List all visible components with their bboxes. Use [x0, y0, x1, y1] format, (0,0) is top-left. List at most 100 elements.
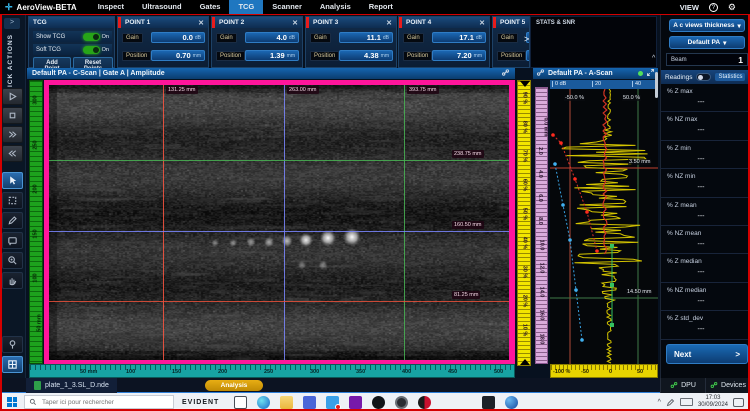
pen-tray-icon[interactable] — [666, 398, 675, 407]
reading-value: --- — [661, 156, 741, 163]
rail-expand-button[interactable]: > — [4, 18, 20, 29]
devices-label: Devices — [721, 382, 746, 389]
ascan-plot[interactable]: -50.0 %50.0 %3.50 mm14.50 mm — [550, 89, 658, 364]
right-panel-scrollbar[interactable] — [655, 72, 658, 98]
ruler-tick-label: 0.0 mm — [542, 118, 548, 137]
soft-tcg-toggle[interactable] — [83, 46, 100, 54]
dpu-button[interactable]: DPU — [660, 378, 705, 393]
start-button[interactable] — [0, 393, 24, 411]
show-tcg-toggle[interactable] — [83, 33, 100, 41]
expand-icon[interactable] — [646, 68, 655, 79]
reading-item: % NZ mean--- — [661, 226, 750, 254]
devices-button[interactable]: Devices — [705, 378, 750, 393]
notifications-icon[interactable] — [733, 398, 744, 407]
points-scroll-right[interactable]: > — [524, 34, 529, 44]
position-value-field[interactable]: 0.70mm — [151, 50, 205, 61]
opera-icon[interactable] — [418, 396, 431, 409]
pencil-tool[interactable] — [2, 212, 23, 229]
link-icon[interactable] — [536, 68, 545, 79]
photos-app-icon[interactable] — [482, 396, 495, 409]
file-tab[interactable]: plate_1_3.SL_D.nde — [26, 378, 117, 393]
close-icon[interactable]: ✕ — [198, 19, 204, 27]
pointer-tool[interactable] — [2, 172, 23, 189]
reading-item: % Z min--- — [661, 141, 750, 169]
view-menu[interactable]: VIEW — [680, 3, 699, 12]
top-gate-label: 3.50 mm — [628, 159, 651, 165]
stop-button[interactable] — [2, 107, 23, 124]
close-icon[interactable]: ✕ — [386, 19, 392, 27]
menu-item-ultrasound[interactable]: Ultrasound — [133, 0, 191, 14]
view-mode-dropdown[interactable]: A c views thickness ▾ — [669, 19, 745, 32]
next-button[interactable]: Next > — [666, 344, 748, 364]
position-value-field[interactable]: 4.38mm — [339, 50, 393, 61]
mail-icon[interactable] — [326, 396, 339, 409]
probe-dropdown[interactable]: Default PA ▾ — [669, 36, 745, 49]
ascan-depth-ruler: 0.0 mm2.04.06.08.010.012.014.016.018.0 — [535, 87, 548, 364]
palette-bottom-marker[interactable] — [520, 359, 530, 365]
gain-value-field[interactable]: 0.0dB — [151, 32, 205, 43]
position-value-field[interactable]: 7.20mm — [432, 50, 486, 61]
gear-icon[interactable]: ⚙ — [728, 2, 736, 13]
ruler-tick-label: 450 — [448, 369, 457, 375]
soft-tcg-state: On — [102, 47, 109, 53]
collapse-chevron-up-icon[interactable]: ^ — [652, 55, 655, 62]
tray-chevron-up-icon[interactable]: ^ — [658, 399, 661, 406]
file-name: plate_1_3.SL_D.nde — [45, 382, 109, 389]
readings-statistics-toggle[interactable] — [696, 73, 711, 81]
ruler-tick-label: 300 — [33, 95, 39, 104]
soft-tcg-label: Soft TCG — [36, 47, 61, 53]
gain-value-field[interactable]: 11.1dB — [339, 32, 393, 43]
reading-item: % Z mean--- — [661, 198, 750, 226]
ruler-tick-label: 350 — [356, 369, 365, 375]
menu-item-scanner[interactable]: Scanner — [263, 0, 311, 14]
selection-tool[interactable] — [2, 192, 23, 209]
menu-item-analysis[interactable]: Analysis — [311, 0, 360, 14]
camera-app-icon[interactable] — [395, 396, 408, 409]
cscan-image[interactable] — [49, 85, 509, 360]
position-value: 7.20 — [457, 51, 472, 60]
play-button[interactable] — [2, 88, 23, 105]
rewind-button[interactable] — [2, 145, 23, 162]
fast-forward-button[interactable] — [2, 126, 23, 143]
menu-item-report[interactable]: Report — [360, 0, 402, 14]
aeroview-app-icon[interactable] — [505, 396, 518, 409]
ruler-tick-label: 50 — [637, 369, 643, 375]
edge-browser-icon[interactable] — [257, 396, 270, 409]
palette-top-marker[interactable] — [520, 81, 530, 87]
gain-value-field[interactable]: 4.0dB — [245, 32, 299, 43]
help-icon[interactable]: ? — [709, 3, 718, 12]
annotation-tool[interactable] — [2, 232, 23, 249]
position-value-field[interactable]: 1.39mm — [245, 50, 299, 61]
beam-field[interactable]: Beam 1 — [666, 53, 748, 66]
task-view-icon[interactable] — [234, 396, 247, 409]
point-title: POINT 4 — [406, 19, 431, 26]
search-input[interactable] — [40, 398, 160, 407]
teams-icon[interactable] — [303, 396, 316, 409]
tcg-panel-title: TCG — [33, 19, 47, 26]
close-icon[interactable]: ✕ — [479, 19, 485, 27]
link-icon[interactable] — [501, 68, 510, 79]
clock[interactable]: 17:03 30/09/2024 — [698, 395, 728, 409]
connection-statusbar: DPU Devices — [660, 378, 750, 393]
file-explorer-icon[interactable] — [280, 396, 293, 409]
pan-tool[interactable] — [2, 272, 23, 289]
zoom-tool[interactable] — [2, 252, 23, 269]
ruler-tick-label: 50 mm — [80, 369, 97, 375]
gain-value-field[interactable]: 17.1dB — [432, 32, 486, 43]
keyboard-icon[interactable] — [680, 398, 693, 406]
spotify-icon[interactable] — [372, 396, 385, 409]
analysis-mode-badge: Analysis — [205, 380, 263, 391]
windows-taskbar: EVIDENT ^ 17:03 30/09/2024 — [0, 393, 750, 411]
menu-item-gates[interactable]: Gates — [191, 0, 230, 14]
clock-date: 30/09/2024 — [698, 402, 728, 408]
ascan-title: Default PA - A-Scan — [548, 70, 613, 77]
layout-tool[interactable] — [2, 356, 23, 373]
menu-item-tcg[interactable]: TCG — [229, 0, 263, 14]
close-icon[interactable]: ✕ — [292, 19, 298, 27]
taskbar-search[interactable] — [24, 395, 174, 409]
chevron-down-icon: ▾ — [737, 22, 740, 30]
ruler-tick-label: 0 dB — [552, 81, 566, 87]
office-icon[interactable] — [349, 396, 362, 409]
pin-tool[interactable] — [2, 336, 23, 353]
menu-item-inspect[interactable]: Inspect — [89, 0, 133, 14]
